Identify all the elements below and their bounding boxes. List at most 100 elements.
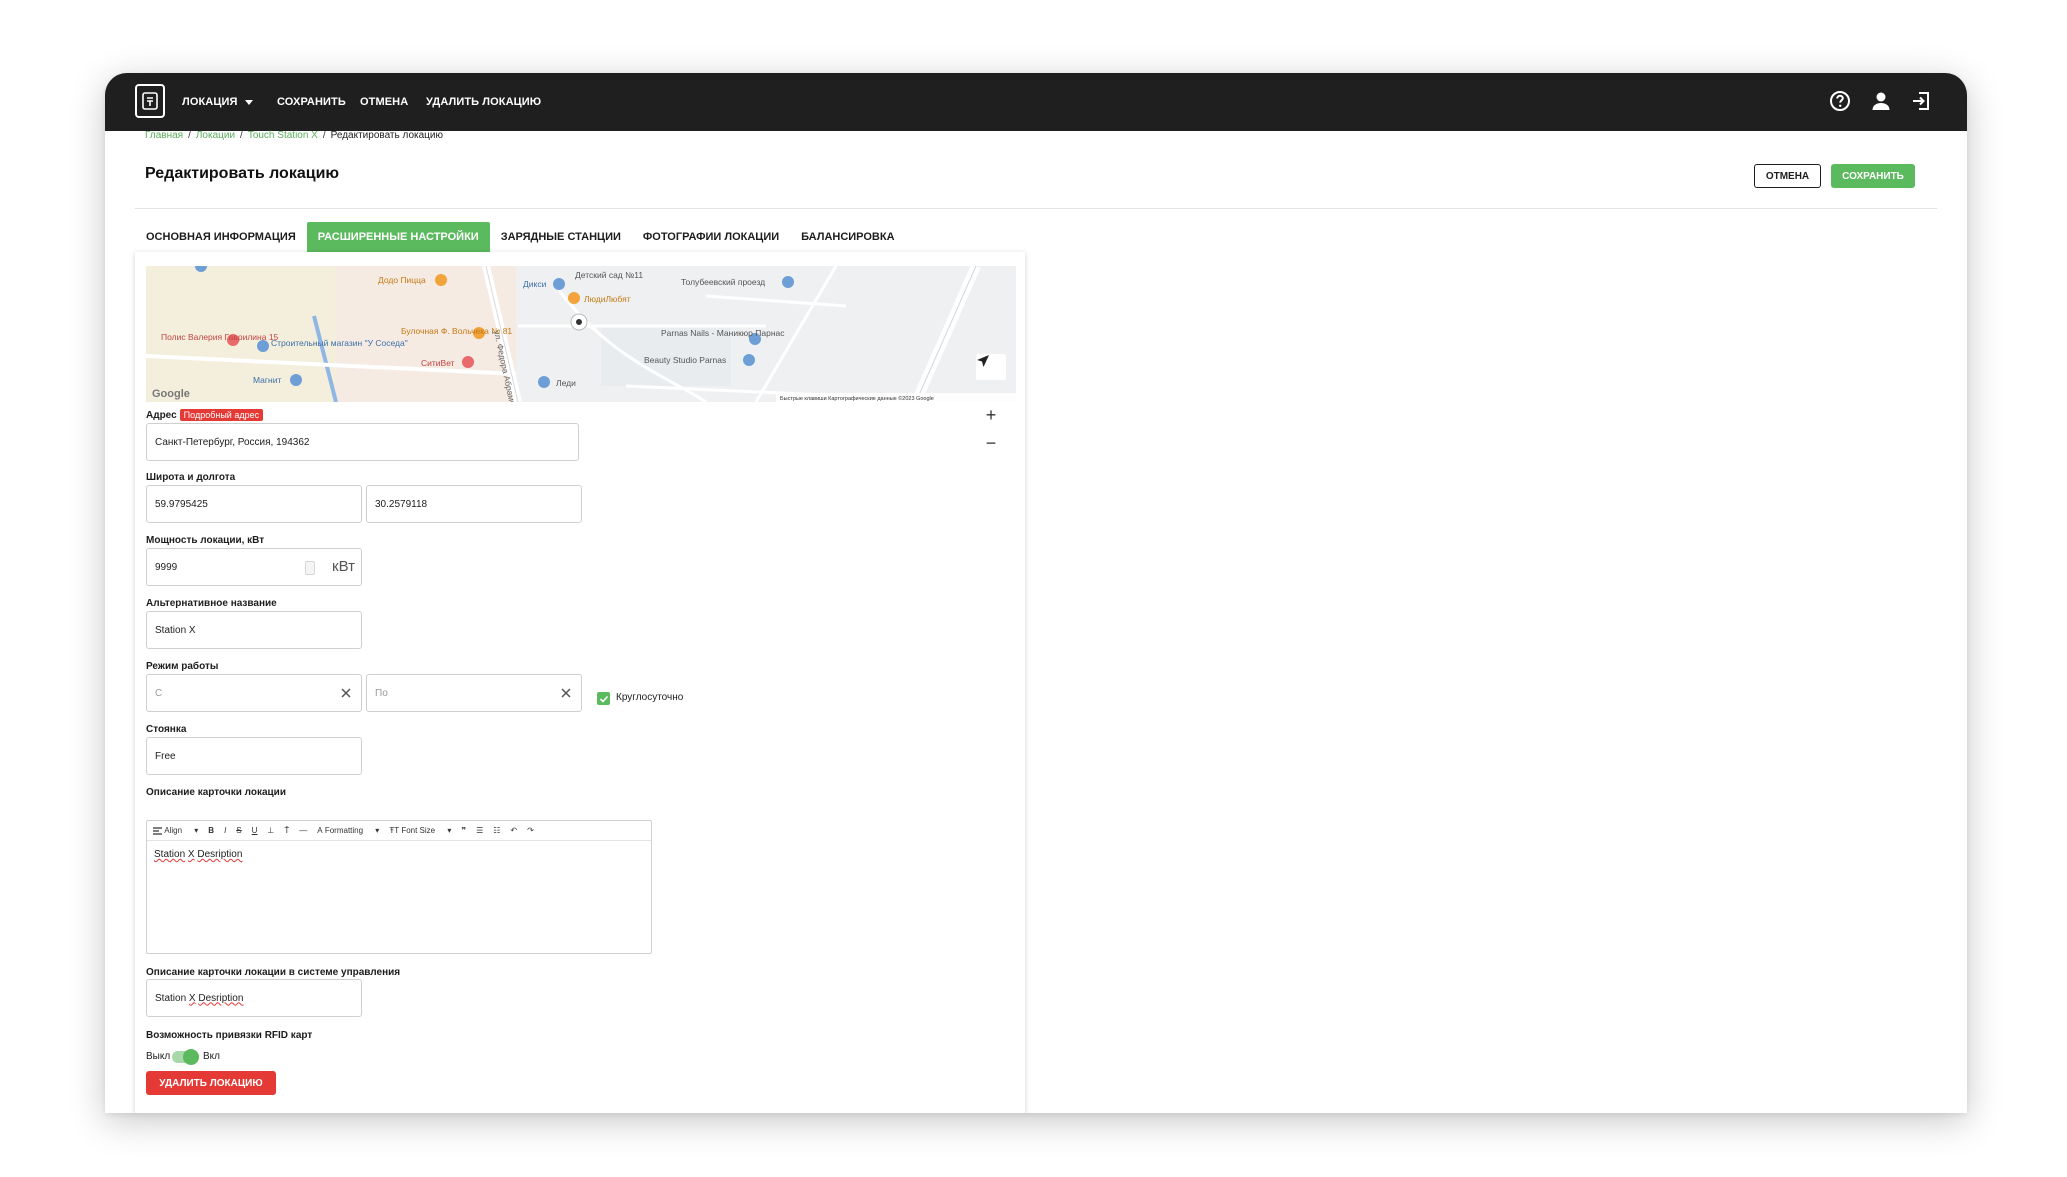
breadcrumb-home[interactable]: Главная [145, 130, 183, 141]
number-stepper[interactable] [305, 561, 315, 575]
location-menu-label: ЛОКАЦИЯ [182, 96, 238, 108]
divider [135, 208, 1937, 209]
strikethrough-icon[interactable]: S [236, 826, 241, 835]
nav-delete-location-button[interactable]: УДАЛИТЬ ЛОКАЦИЮ [426, 73, 541, 131]
align-label: Align [164, 826, 183, 835]
rich-text-editor[interactable]: Align ▾ B I S U ⊥ T̄ — A Formatting ▾ ŦT… [146, 820, 652, 954]
redo-icon[interactable]: ↷ [527, 826, 534, 835]
alt-name-input[interactable]: Station X [146, 611, 362, 649]
map-label: Строительный магазин "У Соседа" [271, 338, 408, 348]
map-label: Parnas Nails - Маникюр Парнас [661, 328, 785, 338]
rfid-on-label: Вкл [203, 1051, 220, 1062]
map-attribution: Быстрые клавиши Картографические данные … [780, 395, 934, 402]
mgmt-desc-input[interactable]: Station X Desription [146, 979, 362, 1017]
power-value: 9999 [155, 561, 178, 573]
longitude-value: 30.2579118 [375, 498, 428, 510]
card-desc-label: Описание карточки локации [146, 787, 286, 798]
editor-toolbar: Align ▾ B I S U ⊥ T̄ — A Formatting ▾ ŦT… [147, 821, 651, 841]
logo-icon[interactable] [135, 84, 165, 118]
tab-location-photos[interactable]: ФОТОГРАФИИ ЛОКАЦИИ [632, 222, 790, 252]
zoom-out-button[interactable]: − [976, 430, 1006, 456]
tab-balancing[interactable]: БАЛАНСИРОВКА [790, 222, 905, 252]
schedule-from-placeholder: С [155, 687, 163, 699]
align-dropdown[interactable]: Align ▾ [153, 826, 198, 835]
alt-name-label: Альтернативное название [146, 598, 277, 609]
map-label: Леди [556, 378, 576, 388]
rfid-off-label: Выкл [146, 1051, 171, 1062]
help-icon[interactable] [1827, 88, 1853, 114]
location-map[interactable]: Додо Пицца Дикси Детский сад №11 ЛюдиЛюб… [146, 266, 1016, 402]
save-button[interactable]: СОХРАНИТЬ [1831, 164, 1915, 188]
editor-content[interactable]: Station X Desription [147, 841, 651, 868]
longitude-input[interactable]: 30.2579118 [366, 485, 582, 523]
rfid-toggle[interactable] [172, 1049, 199, 1065]
latitude-input[interactable]: 59.9795425 [146, 485, 362, 523]
page-title: Редактировать локацию [145, 165, 340, 182]
location-menu[interactable]: ЛОКАЦИЯ [182, 73, 254, 131]
breadcrumb: Главная / Локации / Touch Station X / Редактир… [145, 130, 443, 141]
map-label: Магнит [253, 375, 281, 385]
subscript-icon[interactable]: ⊥ [267, 826, 274, 835]
breadcrumb-locations[interactable]: Локации [196, 130, 235, 141]
check-icon [599, 695, 608, 703]
mgmt-word: Desription [198, 992, 244, 1004]
address-label-text: Адрес [146, 410, 177, 421]
locate-icon[interactable] [976, 354, 1006, 380]
font-size-dropdown[interactable]: ŦT Font Size ▾ [389, 826, 451, 835]
tab-advanced-settings[interactable]: РАСШИРЕННЫЕ НАСТРОЙКИ [306, 222, 490, 252]
tab-basic-info[interactable]: ОСНОВНАЯ ИНФОРМАЦИЯ [135, 222, 307, 252]
parking-input[interactable]: Free [146, 737, 362, 775]
detailed-address-badge[interactable]: Подробный адрес [179, 409, 264, 421]
numbered-list-icon[interactable]: ☷ [493, 826, 500, 835]
zoom-in-button[interactable]: + [976, 402, 1006, 428]
rfid-label: Возможность привязки RFID карт [146, 1030, 313, 1041]
quote-icon[interactable]: ❞ [461, 826, 466, 835]
delete-location-button[interactable]: УДАЛИТЬ ЛОКАЦИЮ [146, 1071, 276, 1095]
parking-value: Free [155, 750, 176, 762]
mgmt-word: X [188, 992, 196, 1004]
italic-icon[interactable]: I [224, 826, 226, 835]
formatting-dropdown[interactable]: A Formatting ▾ [317, 826, 379, 835]
cancel-button[interactable]: ОТМЕНА [1754, 164, 1821, 188]
parking-label: Стоянка [146, 724, 187, 735]
map-label: ЛюдиЛюбят [584, 294, 631, 304]
horizontal-rule-icon[interactable]: — [299, 826, 307, 835]
address-value: Санкт-Петербург, Россия, 194362 [155, 436, 310, 448]
power-input[interactable]: 9999 кВт [146, 548, 362, 586]
google-logo: Google [152, 388, 190, 400]
toggle-knob [183, 1049, 199, 1065]
user-icon[interactable] [1868, 88, 1894, 114]
chevron-down-icon [245, 99, 254, 105]
top-navbar: ЛОКАЦИЯ СОХРАНИТЬ ОТМЕНА УДАЛИТЬ ЛОКАЦИЮ [105, 73, 1967, 131]
align-icon [153, 826, 162, 835]
tab-bar: ОСНОВНАЯ ИНФОРМАЦИЯ РАСШИРЕННЫЕ НАСТРОЙК… [135, 222, 906, 252]
logout-icon[interactable] [1908, 88, 1934, 114]
clear-icon[interactable] [339, 686, 353, 700]
nav-save-button[interactable]: СОХРАНИТЬ [277, 73, 346, 131]
schedule-label: Режим работы [146, 661, 219, 672]
bullet-list-icon[interactable]: ☰ [476, 826, 483, 835]
map-label: Полис Валерия Гаврилина 15 [161, 332, 279, 342]
address-label: Адрес Подробный адрес [146, 409, 264, 421]
font-size-label: Font Size [401, 826, 436, 835]
map-label: Дикси [523, 279, 547, 289]
undo-icon[interactable]: ↶ [510, 826, 517, 835]
tab-charging-stations[interactable]: ЗАРЯДНЫЕ СТАНЦИИ [490, 222, 632, 252]
map-label: Beauty Studio Parnas [644, 355, 726, 365]
formatting-label: Formatting [324, 826, 364, 835]
clear-icon[interactable] [559, 686, 573, 700]
coords-label: Широта и долгота [146, 472, 236, 483]
around-clock-checkbox[interactable] [597, 692, 610, 705]
schedule-from-input[interactable]: С [146, 674, 362, 712]
advanced-settings-card: Додо Пицца Дикси Детский сад №11 ЛюдиЛюб… [135, 252, 1025, 1113]
schedule-to-input[interactable]: По [366, 674, 582, 712]
map-label: Детский сад №11 [575, 270, 643, 280]
clear-format-icon[interactable]: T̄ [284, 826, 289, 835]
breadcrumb-station[interactable]: Touch Station X [248, 130, 318, 141]
address-input[interactable]: Санкт-Петербург, Россия, 194362 [146, 423, 579, 461]
mgmt-desc-label: Описание карточки локации в системе упра… [146, 967, 401, 978]
map-label: СитиВет [421, 358, 455, 368]
bold-icon[interactable]: B [208, 826, 214, 835]
underline-icon[interactable]: U [252, 826, 258, 835]
nav-cancel-button[interactable]: ОТМЕНА [360, 73, 408, 131]
